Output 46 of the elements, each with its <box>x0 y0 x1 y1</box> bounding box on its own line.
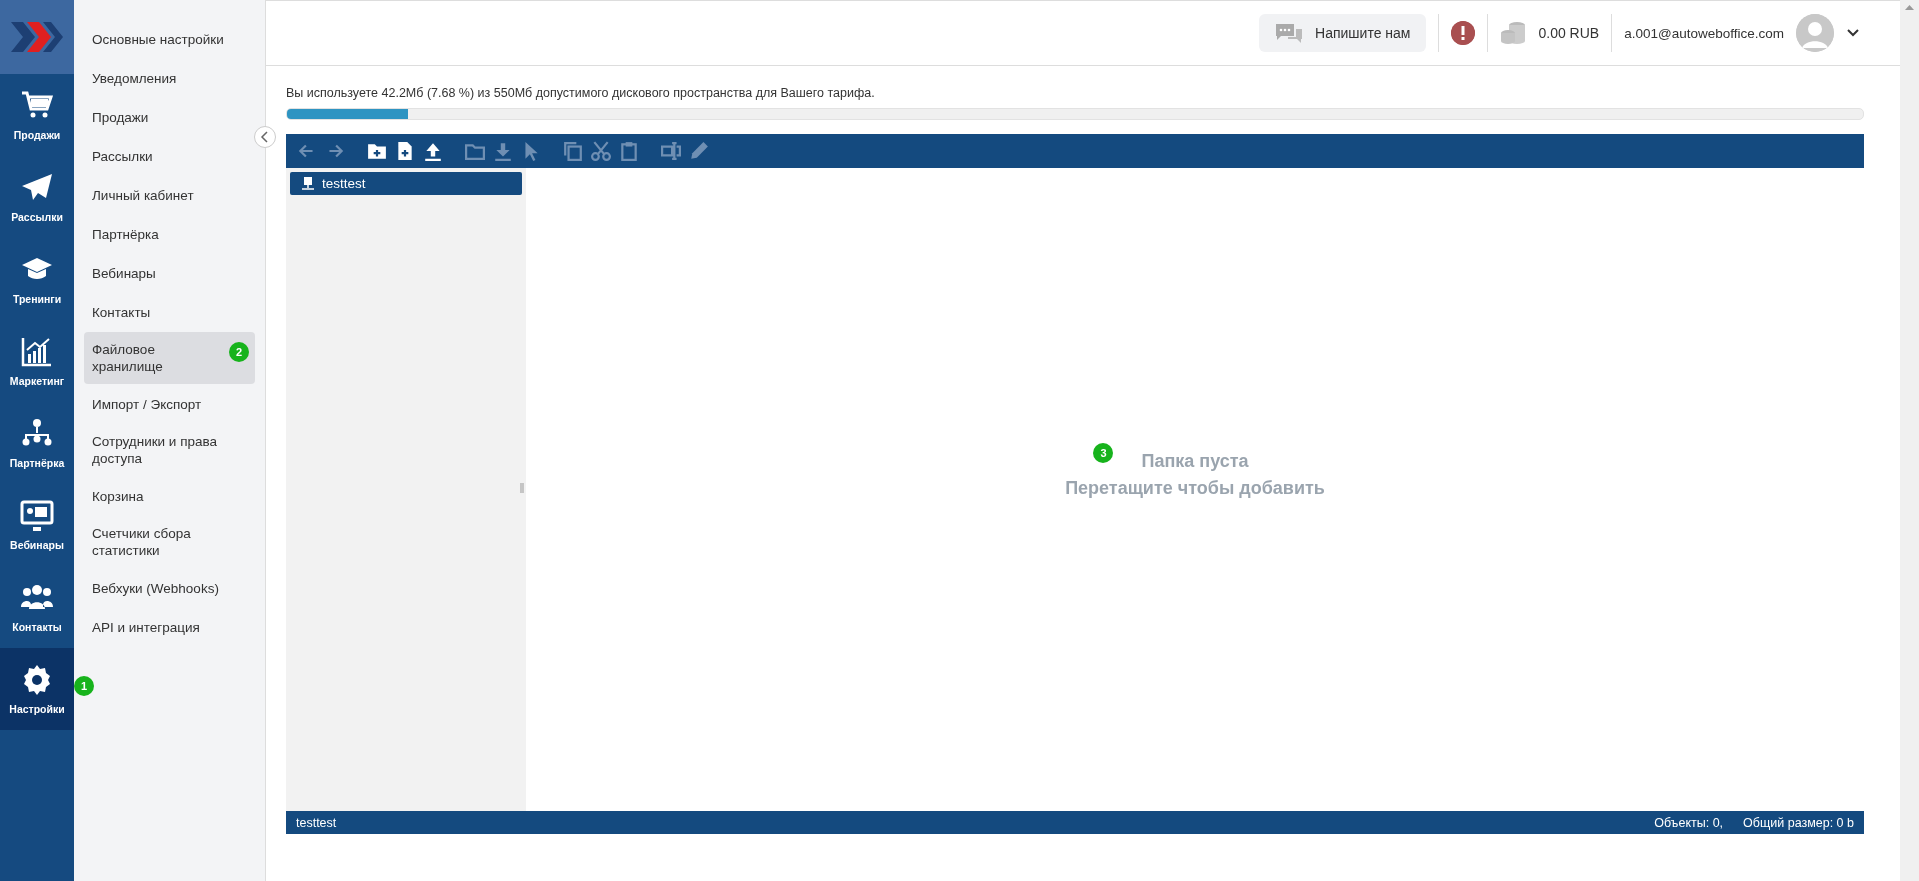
status-size: Общий размер: 0 b <box>1743 815 1854 830</box>
menu-item[interactable]: Файловое хранилище 2 <box>84 332 255 384</box>
menu-item[interactable]: Импорт / Экспорт <box>84 385 255 423</box>
logo-icon[interactable] <box>9 20 65 54</box>
alert-icon[interactable] <box>1451 21 1476 45</box>
collapse-icon[interactable] <box>254 126 276 148</box>
drive-icon <box>302 177 314 190</box>
status-objects: Объекты: 0, <box>1654 815 1724 830</box>
chevron-down-icon[interactable] <box>1846 28 1860 38</box>
chart-icon <box>20 335 54 369</box>
avatar-icon[interactable] <box>1796 14 1834 52</box>
menu-item[interactable]: Вебинары <box>84 254 255 292</box>
chat-button[interactable]: Напишите нам <box>1259 14 1427 52</box>
balance-text: 0.00 RUB <box>1538 25 1600 41</box>
screen-icon <box>20 499 54 533</box>
menu-item[interactable]: Продажи <box>84 98 255 136</box>
menu-item[interactable]: Основные настройки <box>84 20 255 58</box>
menu-item[interactable]: Личный кабинет <box>84 176 255 214</box>
nav-item[interactable]: Рассылки <box>0 156 74 238</box>
menu-item[interactable]: Счетчики сбора статистики <box>84 516 255 568</box>
step-badge: 2 <box>229 342 249 362</box>
status-path: testtest <box>296 815 338 830</box>
menu-item[interactable]: Контакты <box>84 293 255 331</box>
menu-item[interactable]: Вебхуки (Webhooks) <box>84 569 255 607</box>
chat-icon <box>1275 22 1304 44</box>
storage-usage-text: Вы используете 42.2Мб (7.68 %) из 550Мб допустимого дискового пространства для Вашего тарифа. <box>286 86 876 100</box>
step-badge: 3 <box>1093 442 1114 463</box>
menu-item[interactable]: Корзина <box>84 477 255 515</box>
nav-item[interactable]: Маркетинг <box>0 320 74 402</box>
coins-icon <box>1500 21 1527 45</box>
nav-item[interactable]: Продажи <box>0 74 74 156</box>
resize-handle[interactable] <box>520 483 524 493</box>
empty-folder-hint: Перетащите чтобы добавить <box>1065 477 1325 499</box>
menu-item[interactable]: Сотрудники и права доступа <box>84 424 255 476</box>
menu-item[interactable]: Рассылки <box>84 137 255 175</box>
empty-folder-title: Папка пуста <box>1141 450 1249 471</box>
nav-item[interactable]: Тренинги <box>0 238 74 320</box>
nav-item[interactable]: Контакты <box>0 566 74 648</box>
menu-item[interactable]: Партнёрка <box>84 215 255 253</box>
menu-item[interactable]: Уведомления <box>84 59 255 97</box>
nav-item[interactable]: Настройки <box>0 648 74 730</box>
nav-item[interactable]: Вебинары <box>0 484 74 566</box>
tree-node[interactable]: testtest <box>290 172 522 195</box>
user-email[interactable]: a.001@autoweboffice.com <box>1624 25 1784 41</box>
nav-item[interactable]: Партнёрка <box>0 402 74 484</box>
menu-item[interactable]: API и интеграция <box>84 608 255 646</box>
